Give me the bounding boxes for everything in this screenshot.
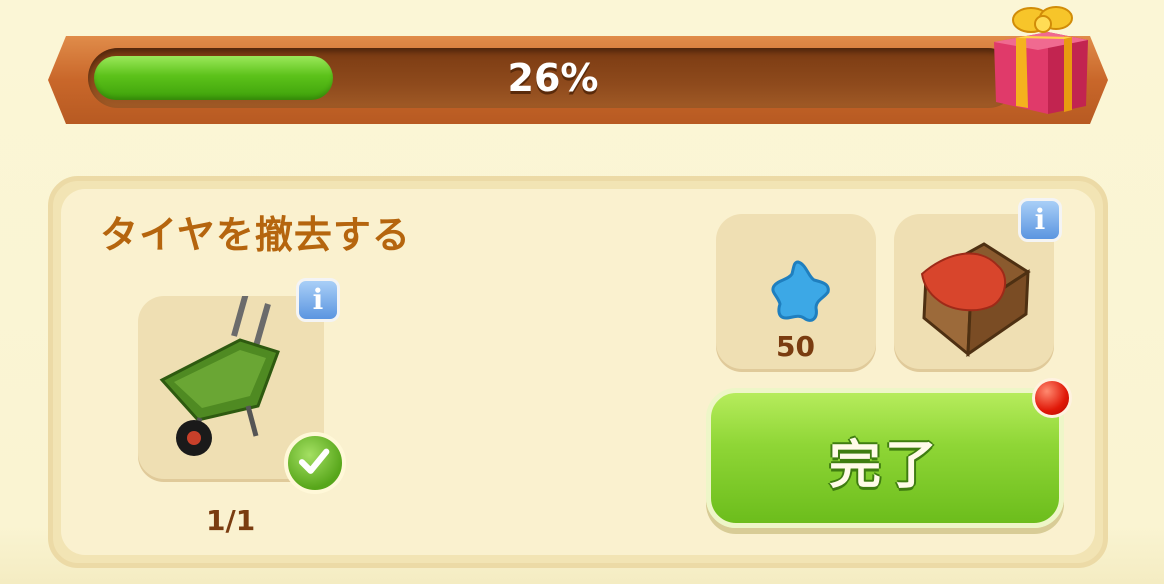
complete-button[interactable]: 完了 xyxy=(706,388,1064,528)
notification-dot xyxy=(1032,378,1072,418)
complete-button-label: 完了 xyxy=(828,436,941,496)
gift-box-icon[interactable] xyxy=(986,2,1096,122)
task-title: タイヤを撤去する xyxy=(100,213,411,257)
completed-check-icon xyxy=(284,432,346,494)
reward-info-button[interactable]: i xyxy=(1018,198,1062,242)
reward-amount: 50 xyxy=(776,330,815,363)
requirement-info-button[interactable]: i xyxy=(296,278,340,322)
requirement-count: 1/1 xyxy=(206,504,256,537)
progress-percent-label: 26% xyxy=(507,56,599,100)
progress-bar-track: 26% xyxy=(88,48,1018,108)
